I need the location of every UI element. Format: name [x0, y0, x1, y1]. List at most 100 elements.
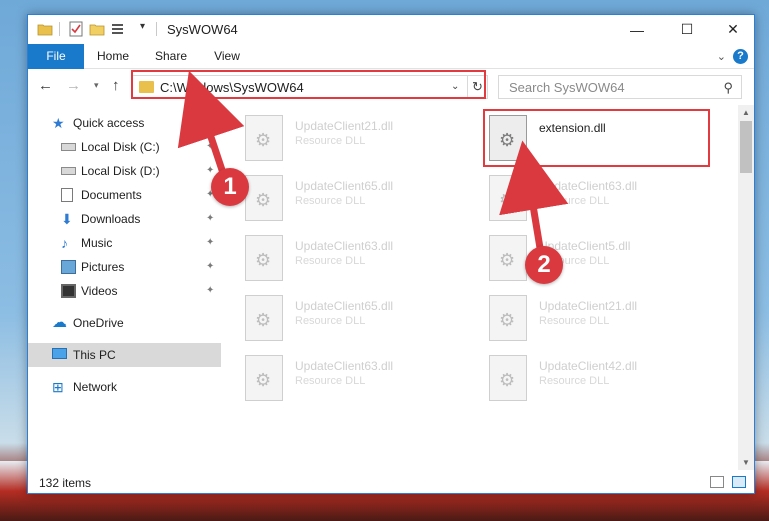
dll-file-icon: [245, 355, 283, 401]
dll-file-icon: [489, 175, 527, 221]
sidebar-item-label: Videos: [81, 284, 118, 298]
scrollbar-thumb[interactable]: [740, 121, 752, 173]
dll-file-icon: [245, 235, 283, 281]
sidebar-item-label: Local Disk (C:): [81, 140, 160, 154]
file-name: UpdateClient65.dll: [295, 299, 394, 313]
sidebar-item-label: Documents: [81, 188, 142, 202]
file-description: Resource DLL: [295, 135, 366, 147]
maximize-button[interactable]: ☐: [664, 15, 710, 44]
dll-file-icon: [489, 295, 527, 341]
file-name: UpdateClient63.dll: [539, 179, 638, 193]
file-highlight: [483, 109, 710, 167]
toolbar-separator: [59, 22, 60, 36]
tab-view[interactable]: View: [204, 44, 250, 69]
tab-home[interactable]: Home: [88, 44, 138, 69]
details-view-icon[interactable]: [710, 476, 724, 488]
file-name: UpdateClient63.dll: [295, 359, 394, 373]
cloud-icon: ☁: [52, 314, 67, 331]
search-placeholder: Search SysWOW64: [509, 80, 625, 95]
sidebar-item-downloads[interactable]: ⬇ Downloads ✦: [28, 207, 221, 231]
pictures-icon: [61, 260, 76, 274]
help-icon[interactable]: ?: [733, 49, 748, 64]
sidebar-item-quick-access[interactable]: ★ Quick access: [28, 111, 221, 135]
sidebar-item-label: Network: [73, 380, 118, 394]
minimize-button[interactable]: —: [614, 15, 660, 44]
search-icon[interactable]: ⚲: [723, 80, 733, 96]
file-name: UpdateClient21.dll: [539, 299, 638, 313]
file-description: Resource DLL: [295, 255, 366, 267]
pin-icon: ✦: [206, 141, 215, 152]
file-item[interactable]: UpdateClient42.dll Resource DLL: [477, 351, 707, 407]
file-description: Resource DLL: [295, 375, 366, 387]
music-icon: ♪: [61, 235, 68, 251]
file-description: Resource DLL: [295, 315, 366, 327]
file-item[interactable]: UpdateClient21.dll Resource DLL: [233, 111, 463, 167]
file-item[interactable]: UpdateClient65.dll Resource DLL: [233, 291, 463, 347]
sidebar-item-pictures[interactable]: Pictures ✦: [28, 255, 221, 279]
videos-icon: [61, 284, 76, 298]
sidebar-item-label: Pictures: [81, 260, 125, 274]
file-item[interactable]: UpdateClient65.dll Resource DLL: [233, 171, 463, 227]
forward-button[interactable]: →: [66, 77, 81, 94]
dll-file-icon: [489, 355, 527, 401]
dll-file-icon: [245, 115, 283, 161]
window-title: SysWOW64: [167, 22, 238, 37]
file-item[interactable]: UpdateClient63.dll Resource DLL: [477, 171, 707, 227]
file-name: UpdateClient65.dll: [295, 179, 394, 193]
status-bar: 132 items: [28, 470, 754, 493]
step-badge-1: 1: [211, 168, 249, 206]
address-bar-highlight: [131, 70, 486, 99]
dll-file-icon: [245, 175, 283, 221]
sidebar-item-documents[interactable]: Documents ✦: [28, 183, 221, 207]
vertical-scrollbar[interactable]: ▲ ▼: [738, 105, 754, 470]
new-folder-icon[interactable]: [89, 21, 105, 37]
sidebar-item-label: Local Disk (D:): [81, 164, 160, 178]
network-icon: ⊞: [52, 379, 64, 395]
sidebar-item-local-disk-c[interactable]: Local Disk (C:) ✦: [28, 135, 221, 159]
step-badge-2: 2: [525, 246, 563, 284]
file-description: Resource DLL: [539, 315, 610, 327]
sidebar-item-this-pc[interactable]: This PC: [28, 343, 221, 367]
scroll-down-icon[interactable]: ▼: [742, 458, 750, 467]
file-name: UpdateClient42.dll: [539, 359, 638, 373]
up-button[interactable]: ↑: [112, 77, 120, 94]
tab-file[interactable]: File: [28, 44, 84, 69]
sidebar-item-label: OneDrive: [73, 316, 124, 330]
sidebar-item-music[interactable]: ♪ Music ✦: [28, 231, 221, 255]
file-description: Resource DLL: [539, 375, 610, 387]
file-name: UpdateClient21.dll: [295, 119, 394, 133]
sidebar-item-local-disk-d[interactable]: Local Disk (D:) ✦: [28, 159, 221, 183]
file-name: UpdateClient63.dll: [295, 239, 394, 253]
dll-file-icon: [245, 295, 283, 341]
file-item[interactable]: UpdateClient21.dll Resource DLL: [477, 291, 707, 347]
file-item[interactable]: UpdateClient5.dll Resource DLL: [477, 231, 707, 287]
recent-locations-button[interactable]: ▾: [94, 80, 99, 91]
tab-share[interactable]: Share: [146, 44, 196, 69]
toolbar-separator: [156, 22, 157, 36]
sidebar-item-videos[interactable]: Videos ✦: [28, 279, 221, 303]
large-icons-view-icon[interactable]: [732, 476, 746, 488]
drive-icon: [61, 167, 76, 175]
back-button[interactable]: ←: [38, 77, 53, 94]
item-count: 132 items: [39, 476, 92, 490]
drive-icon: [61, 143, 76, 151]
properties-icon[interactable]: [68, 21, 84, 37]
file-description: Resource DLL: [539, 195, 610, 207]
customize-toolbar-icon[interactable]: [111, 21, 127, 37]
pin-icon: ✦: [206, 237, 215, 248]
sidebar-item-label: Quick access: [73, 116, 145, 130]
folder-icon[interactable]: [37, 21, 53, 37]
sidebar-item-network[interactable]: ⊞ Network: [28, 375, 221, 399]
expand-ribbon-icon[interactable]: ⌄: [717, 50, 726, 63]
download-icon: ⬇: [61, 211, 73, 227]
file-item[interactable]: UpdateClient63.dll Resource DLL: [233, 231, 463, 287]
search-input[interactable]: Search SysWOW64 ⚲: [498, 75, 742, 99]
scroll-up-icon[interactable]: ▲: [742, 108, 750, 117]
pin-icon: ✦: [206, 285, 215, 296]
close-button[interactable]: ✕: [710, 15, 754, 44]
sidebar-item-label: Downloads: [81, 212, 141, 226]
pin-icon: ✦: [206, 165, 215, 176]
file-item[interactable]: UpdateClient63.dll Resource DLL: [233, 351, 463, 407]
sidebar-item-onedrive[interactable]: ☁ OneDrive: [28, 311, 221, 335]
chevron-down-icon[interactable]: ▾: [140, 21, 145, 32]
